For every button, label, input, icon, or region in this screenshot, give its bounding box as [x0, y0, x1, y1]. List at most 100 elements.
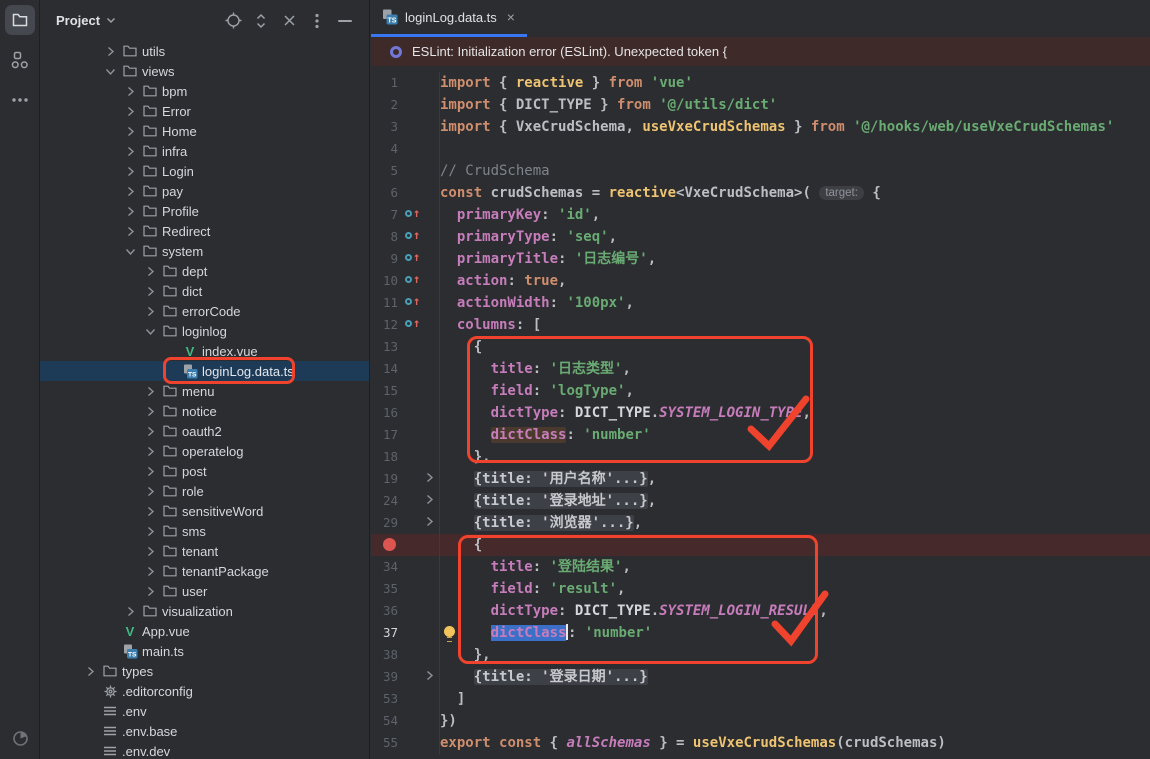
tree-item-home[interactable]: Home: [40, 121, 369, 141]
chevron-right-icon[interactable]: [140, 541, 160, 561]
locate-file-icon[interactable]: [219, 9, 247, 33]
tree-item-label: .env.dev: [122, 744, 170, 759]
fold-arrow-icon[interactable]: [424, 472, 435, 483]
gutter: [398, 424, 440, 446]
chevron-right-icon[interactable]: [140, 461, 160, 481]
chevron-right-icon[interactable]: [120, 181, 140, 201]
chevron-down-icon[interactable]: [100, 61, 120, 81]
tree-item--editorconfig[interactable]: .editorconfig: [40, 681, 369, 701]
project-tool-button[interactable]: [5, 5, 35, 35]
collapse-all-icon[interactable]: [275, 9, 303, 33]
more-options-icon[interactable]: [303, 9, 331, 33]
folder-icon: [160, 583, 180, 599]
chevron-right-icon[interactable]: [140, 301, 160, 321]
override-marker-icon[interactable]: ↑: [405, 296, 420, 307]
tree-item-utils[interactable]: utils: [40, 41, 369, 61]
tree-item-sms[interactable]: sms: [40, 521, 369, 541]
chevron-right-icon[interactable]: [140, 561, 160, 581]
chevron-right-icon[interactable]: [140, 581, 160, 601]
override-marker-icon[interactable]: ↑: [405, 252, 420, 263]
chevron-right-icon[interactable]: [140, 281, 160, 301]
tree-item-label: oauth2: [182, 424, 222, 439]
tree-item-label: loginLog.data.ts: [202, 364, 294, 379]
chevron-right-icon[interactable]: [80, 661, 100, 681]
tree-item-tenantpackage[interactable]: tenantPackage: [40, 561, 369, 581]
folder-icon: [160, 543, 180, 559]
tree-item-loginlog[interactable]: loginlog: [40, 321, 369, 341]
chevron-right-icon[interactable]: [140, 381, 160, 401]
tree-item-app-vue[interactable]: VApp.vue: [40, 621, 369, 641]
tree-item-tenant[interactable]: tenant: [40, 541, 369, 561]
breakpoint-icon[interactable]: [383, 538, 396, 551]
chevron-right-icon[interactable]: [140, 441, 160, 461]
chevron-right-icon[interactable]: [120, 141, 140, 161]
code-line-36: 36 dictType: DICT_TYPE.SYSTEM_LOGIN_RESU…: [371, 600, 1150, 622]
tree-item-post[interactable]: post: [40, 461, 369, 481]
tree-item-bpm[interactable]: bpm: [40, 81, 369, 101]
tree-item-label: bpm: [162, 84, 187, 99]
close-tab-icon[interactable]: ×: [507, 10, 515, 24]
expand-collapse-icon[interactable]: [247, 9, 275, 33]
tree-item-main-ts[interactable]: TSmain.ts: [40, 641, 369, 661]
tree-item-operatelog[interactable]: operatelog: [40, 441, 369, 461]
tree-item-menu[interactable]: menu: [40, 381, 369, 401]
progress-clock-icon[interactable]: [12, 730, 29, 747]
tree-item--env[interactable]: .env: [40, 701, 369, 721]
tree-item-redirect[interactable]: Redirect: [40, 221, 369, 241]
line-number: 3: [371, 116, 398, 138]
chevron-right-icon[interactable]: [120, 221, 140, 241]
override-marker-icon[interactable]: ↑: [405, 274, 420, 285]
tree-item-visualization[interactable]: visualization: [40, 601, 369, 621]
tree-item-dept[interactable]: dept: [40, 261, 369, 281]
chevron-right-icon[interactable]: [140, 421, 160, 441]
fold-arrow-icon[interactable]: [424, 516, 435, 527]
tree-item-infra[interactable]: infra: [40, 141, 369, 161]
fold-arrow-icon[interactable]: [424, 670, 435, 681]
tree-item-views[interactable]: views: [40, 61, 369, 81]
tree-item-login[interactable]: Login: [40, 161, 369, 181]
tree-item-system[interactable]: system: [40, 241, 369, 261]
override-marker-icon[interactable]: ↑: [405, 318, 420, 329]
override-marker-icon[interactable]: ↑: [405, 208, 420, 219]
chevron-right-icon[interactable]: [140, 521, 160, 541]
tree-item-dict[interactable]: dict: [40, 281, 369, 301]
chevron-right-icon[interactable]: [120, 101, 140, 121]
hide-panel-icon[interactable]: [331, 9, 359, 33]
line-number: 29: [371, 512, 398, 534]
tree-item-profile[interactable]: Profile: [40, 201, 369, 221]
chevron-right-icon[interactable]: [140, 401, 160, 421]
tree-item-loginlog-data-ts[interactable]: TSloginLog.data.ts: [40, 361, 369, 381]
fold-arrow-icon[interactable]: [424, 494, 435, 505]
tree-item-error[interactable]: Error: [40, 101, 369, 121]
chevron-right-icon[interactable]: [120, 601, 140, 621]
chevron-down-icon[interactable]: [140, 321, 160, 341]
override-marker-icon[interactable]: ↑: [405, 230, 420, 241]
tab-loginlog-data-ts[interactable]: TS loginLog.data.ts ×: [371, 0, 527, 37]
chevron-down-icon[interactable]: [120, 241, 140, 261]
chevron-right-icon[interactable]: [120, 201, 140, 221]
project-panel-title[interactable]: Project: [56, 13, 100, 28]
code-editor[interactable]: 1import { reactive } from 'vue'2import {…: [371, 66, 1150, 754]
tree-item-errorcode[interactable]: errorCode: [40, 301, 369, 321]
chevron-right-icon[interactable]: [100, 41, 120, 61]
structure-tool-button[interactable]: [5, 45, 35, 75]
tree-item-notice[interactable]: notice: [40, 401, 369, 421]
gutter: [398, 402, 440, 424]
tree-item-types[interactable]: types: [40, 661, 369, 681]
chevron-right-icon[interactable]: [140, 481, 160, 501]
intention-bulb-icon[interactable]: [444, 626, 455, 637]
chevron-right-icon[interactable]: [120, 161, 140, 181]
tree-item-role[interactable]: role: [40, 481, 369, 501]
tree-item-pay[interactable]: pay: [40, 181, 369, 201]
chevron-right-icon[interactable]: [120, 81, 140, 101]
tree-item-sensitiveword[interactable]: sensitiveWord: [40, 501, 369, 521]
tree-item--env-base[interactable]: .env.base: [40, 721, 369, 741]
tree-item-oauth2[interactable]: oauth2: [40, 421, 369, 441]
chevron-right-icon[interactable]: [140, 261, 160, 281]
tree-item--env-dev[interactable]: .env.dev: [40, 741, 369, 759]
tree-item-index-vue[interactable]: Vindex.vue: [40, 341, 369, 361]
chevron-right-icon[interactable]: [120, 121, 140, 141]
chevron-right-icon[interactable]: [140, 501, 160, 521]
more-tool-windows-button[interactable]: [5, 85, 35, 115]
tree-item-user[interactable]: user: [40, 581, 369, 601]
